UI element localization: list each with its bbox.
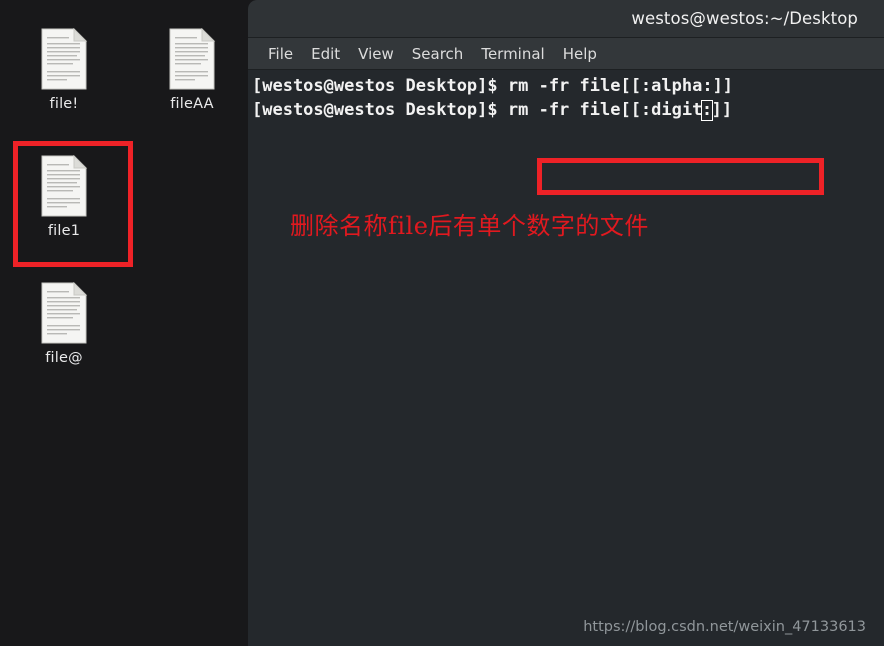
document-icon [40, 282, 88, 344]
terminal-menubar[interactable]: File Edit View Search Terminal Help [248, 38, 884, 70]
menu-item-help[interactable]: Help [554, 43, 606, 65]
document-icon [40, 28, 88, 90]
window-title: westos@westos:~/Desktop [631, 9, 858, 28]
menu-item-search[interactable]: Search [403, 43, 473, 65]
menu-item-file[interactable]: File [259, 43, 302, 65]
watermark-url: https://blog.csdn.net/weixin_47133613 [583, 619, 866, 635]
terminal-command-before-cursor: rm -fr file[[:digit [507, 100, 703, 120]
menu-item-view[interactable]: View [349, 43, 403, 65]
terminal-output-area[interactable]: [westos@westos Desktop]$ rm -fr file[[:a… [248, 70, 884, 645]
highlight-box-command [537, 158, 824, 195]
document-icon [168, 28, 216, 90]
chinese-annotation-note: 删除名称file后有单个数字的文件 [290, 212, 649, 240]
menu-item-edit[interactable]: Edit [302, 43, 349, 65]
desktop-icon-label: file! [49, 96, 79, 112]
terminal-line: [westos@westos Desktop]$ rm -fr file[[:a… [252, 74, 884, 98]
terminal-prompt: [westos@westos Desktop]$ [252, 76, 508, 96]
desktop-icon-label: fileAA [170, 96, 214, 112]
desktop-icon-label: file@ [45, 350, 83, 366]
desktop-icon-file-bang[interactable]: file! [8, 28, 120, 113]
terminal-command-after-cursor: ]] [711, 100, 733, 120]
terminal-command: rm -fr file[[:alpha:]] [507, 76, 734, 96]
desktop-icon-fileat[interactable]: file@ [8, 282, 120, 367]
terminal-titlebar[interactable]: westos@westos:~/Desktop [248, 0, 884, 38]
terminal-line-active: [westos@westos Desktop]$ rm -fr file[[:d… [252, 98, 884, 122]
terminal-prompt: [westos@westos Desktop]$ [252, 100, 508, 120]
terminal-window[interactable]: westos@westos:~/Desktop File Edit View S… [248, 0, 884, 646]
highlight-box-file1 [13, 141, 133, 267]
desktop-icon-fileaa[interactable]: fileAA [136, 28, 248, 113]
menu-item-terminal[interactable]: Terminal [472, 43, 553, 65]
